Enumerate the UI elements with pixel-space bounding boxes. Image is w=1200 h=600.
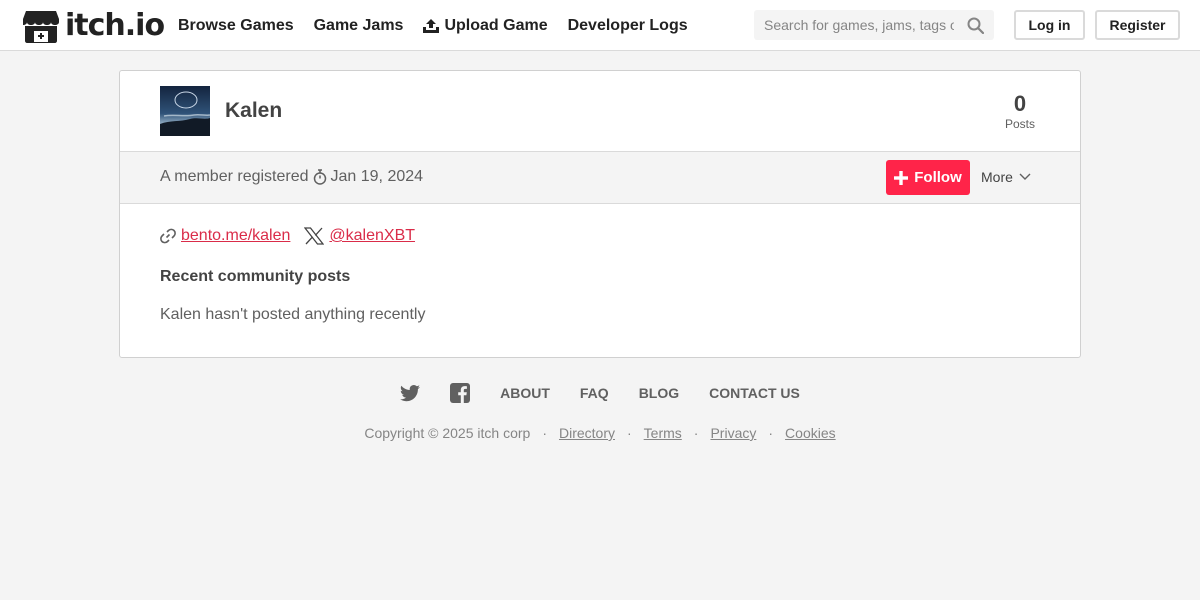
footer-links: About FAQ Blog Contact us [0, 382, 1200, 404]
site-header: itch.io Browse Games Game Jams Upload Ga… [0, 0, 1200, 51]
nav-upload-game[interactable]: Upload Game [423, 16, 548, 35]
nav-label: Browse Games [178, 16, 294, 34]
copyright-text: Copyright © 2025 itch corp [364, 425, 531, 441]
chevron-down-icon [1019, 173, 1031, 181]
facebook-icon[interactable] [450, 383, 471, 403]
posts-stat[interactable]: 0 Posts [1000, 91, 1040, 131]
website-link-item: bento.me/kalen [160, 227, 290, 245]
nav-label: Developer Logs [567, 16, 688, 34]
stopwatch-icon [313, 169, 327, 185]
separator-dot: · [542, 425, 547, 441]
footer-legal: Copyright © 2025 itch corp · Directory ·… [0, 424, 1200, 442]
separator-dot: · [768, 425, 774, 441]
more-label: More [981, 169, 1013, 185]
upload-icon [423, 18, 440, 33]
search-input[interactable] [754, 10, 954, 40]
separator-dot: · [693, 425, 699, 441]
registered-date: Jan 19, 2024 [330, 168, 424, 185]
plus-icon [894, 170, 909, 185]
footer-about-link[interactable]: About [500, 385, 550, 401]
profile-links: bento.me/kalen @kalenXBT [160, 225, 429, 247]
member-since: A member registered Jan 19, 2024 [160, 168, 423, 186]
posts-count: 0 [1013, 91, 1027, 116]
profile-username: Kalen [225, 99, 283, 122]
follow-label: Follow [914, 169, 962, 186]
member-text: A member registered [160, 168, 309, 185]
footer-cookies-link[interactable]: Cookies [785, 425, 836, 441]
itchio-logo-icon [23, 11, 59, 43]
footer-privacy-link[interactable]: Privacy [710, 425, 756, 441]
x-icon [304, 227, 325, 245]
recent-posts-title: Recent community posts [160, 268, 351, 285]
twitter-link[interactable]: @kalenXBT [329, 227, 415, 245]
footer-directory-link[interactable]: Directory [559, 425, 615, 441]
search-box [754, 10, 994, 40]
logo-text: itch.io [65, 8, 165, 43]
posts-label: Posts [1004, 117, 1035, 131]
more-button[interactable]: More [981, 169, 1031, 185]
profile-info-bar: A member registered Jan 19, 2024 Follow … [120, 151, 1080, 204]
nav-label: Upload Game [444, 16, 548, 34]
avatar[interactable] [160, 86, 210, 136]
search-icon[interactable] [967, 17, 985, 39]
login-button[interactable]: Log in [1014, 10, 1085, 40]
footer-blog-link[interactable]: Blog [639, 385, 679, 401]
twitter-link-item: @kalenXBT [304, 227, 415, 245]
nav-developer-logs[interactable]: Developer Logs [568, 17, 688, 35]
footer-faq-link[interactable]: FAQ [580, 385, 609, 401]
no-posts-message: Kalen hasn't posted anything recently [160, 306, 426, 323]
twitter-icon[interactable] [400, 384, 421, 402]
main-nav: Browse Games Game Jams Upload Game Devel… [178, 0, 708, 51]
footer-contact-link[interactable]: Contact us [709, 385, 800, 401]
follow-button[interactable]: Follow [886, 160, 970, 195]
website-link[interactable]: bento.me/kalen [181, 227, 290, 245]
footer-terms-link[interactable]: Terms [644, 425, 682, 441]
separator-dot: · [627, 425, 632, 441]
register-button[interactable]: Register [1095, 10, 1180, 40]
nav-label: Game Jams [313, 16, 404, 34]
link-icon [160, 228, 176, 244]
nav-browse-games[interactable]: Browse Games [178, 17, 294, 35]
itchio-logo[interactable]: itch.io [22, 8, 165, 44]
nav-game-jams[interactable]: Game Jams [314, 17, 404, 35]
profile-card: Kalen 0 Posts A member registered Jan 19… [119, 70, 1081, 358]
